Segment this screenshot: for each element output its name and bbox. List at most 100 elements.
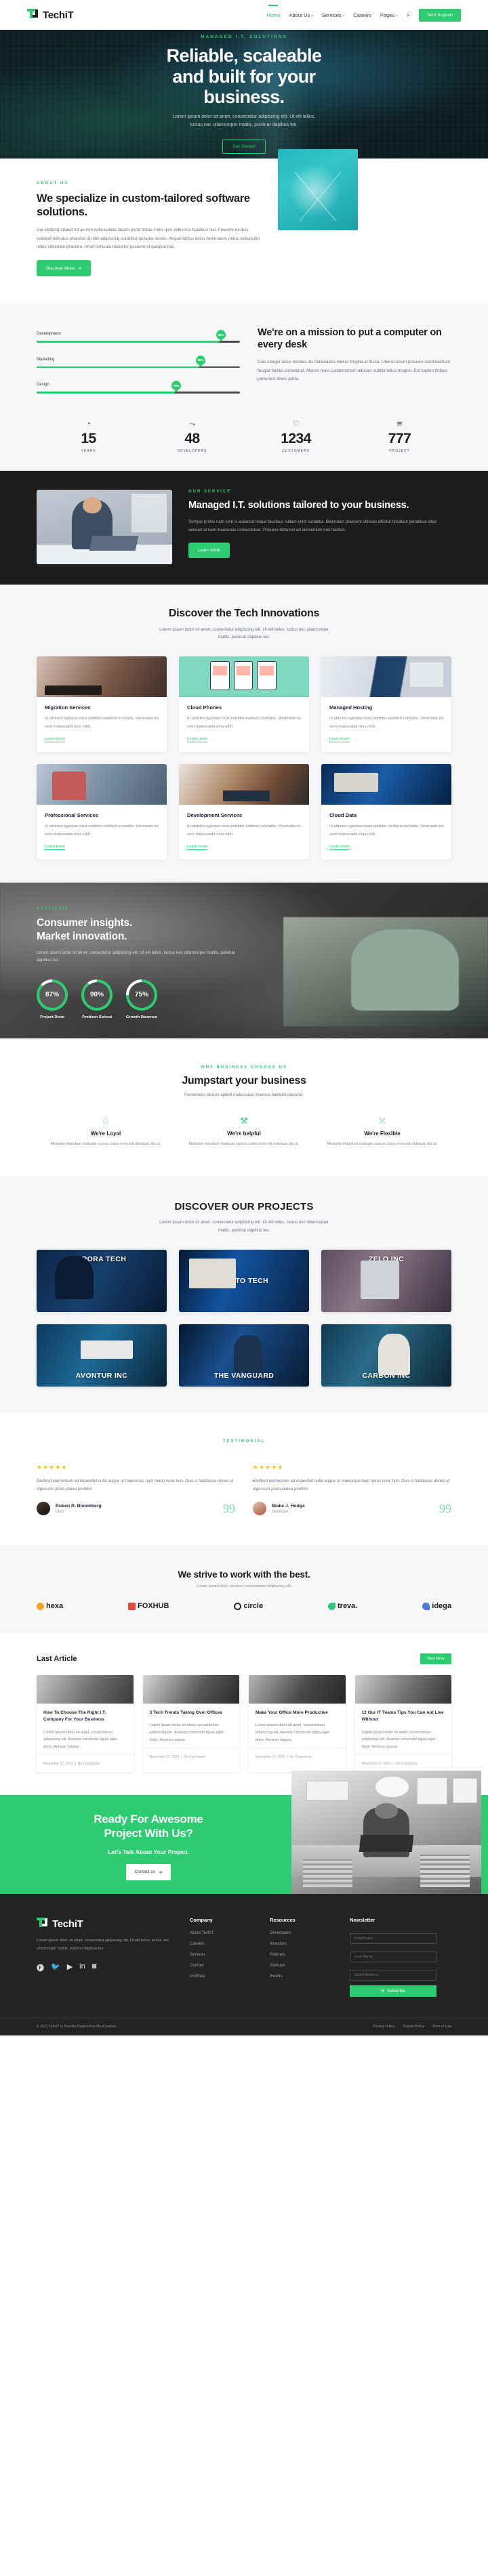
footer-resources-column: Resources Developers Investors Partners … [270,1917,332,1997]
innovation-cards: Migration Services In ultricies egestas … [37,656,451,860]
donut-project-done: 87% Project Done [37,979,68,1019]
footer-link-developers[interactable]: Developers [270,1930,332,1935]
card-cloud-phones[interactable]: Cloud Phones In ultricies egestas risus … [179,656,309,753]
project-zelo-inc[interactable]: ZELO INC [321,1249,451,1312]
first-name-input[interactable] [350,1933,436,1945]
project-hasto-tech[interactable]: HASTO TECH [179,1249,309,1312]
footer-link-portfolio[interactable]: Portfolio [190,1974,252,1979]
skill-value: 70% [171,381,181,391]
learn-more-link[interactable]: Learn more [45,845,66,851]
nav-item-about-us[interactable]: About Us ▾ [289,10,313,20]
learn-more-link[interactable]: Learn more [329,737,350,743]
instagram-icon[interactable]: ◙ [92,1962,97,1973]
card-title: Managed Hosting [329,704,373,711]
footer-column-title: Company [190,1917,213,1924]
privacy-policy-link[interactable]: Privacy Policy [373,2025,394,2029]
post-meta: November 17, 2021 | No Comments [354,1754,451,1772]
innovations-title: Discover the Tech Innovations [168,607,320,619]
feature-loyal: ♘ We're Loyal Molestie interdum tristiqu… [37,1116,175,1148]
last-name-input[interactable] [350,1951,436,1963]
cta-section: Ready For Awesome Project With Us? Let's… [0,1771,488,1895]
hero-title-line3: business. [203,86,285,107]
search-icon[interactable]: ⌕ [407,12,410,19]
card-image [179,764,309,805]
footer-link-investors[interactable]: Investors [270,1941,332,1946]
email-input[interactable] [350,1970,436,1981]
skill-marketing: Marketing 80% [37,355,240,368]
nav-label: Home [266,12,281,18]
footer-link-startups[interactable]: Startups [270,1963,332,1968]
donut-label: Project Done [40,1015,64,1019]
statistic-eyebrow: STATISTIC [37,907,70,912]
brand-logos: hexa FOXHUB circle treva. idega [37,1602,451,1610]
stat-label: PROJECT [389,448,410,453]
project-spora-tech[interactable]: SPORA TECH [37,1249,167,1312]
footer-link-services[interactable]: Services [190,1952,252,1957]
donut-problem-solved: 90% Problem Solved [81,979,113,1019]
blog-post[interactable]: Make Your Office More Productive Lorem i… [249,1675,346,1773]
card-migration-services[interactable]: Migration Services In ultricies egestas … [37,656,167,753]
blog-post[interactable]: 3 Tech Trends Taking Over Offices Lorem … [142,1675,239,1773]
heart-icon: ♡ [292,419,300,428]
card-professional-services[interactable]: Professional Services In ultricies egest… [37,764,167,860]
nav-item-pages[interactable]: Pages ▾ [380,10,398,20]
learn-more-button[interactable]: Learn More [188,543,230,559]
cookie-policy-link[interactable]: Cookie Policy [403,2025,424,2029]
linkedin-icon[interactable]: in [79,1962,85,1973]
footer-link-events[interactable]: Events [270,1974,332,1979]
twitter-icon[interactable]: 🐦 [51,1962,60,1973]
card-title: Cloud Data [329,812,357,819]
stat-customers: ♡ 1234 CUSTOMERS [244,419,348,453]
star-rating-icon: ★★★★★ [253,1463,284,1471]
blog-post[interactable]: 12 Our IT Teams Tips You Can not Live Wi… [354,1675,451,1773]
post-image [37,1675,134,1704]
project-carbon-inc[interactable]: CARBON INC [321,1324,451,1387]
site-logo[interactable]: TechiT [27,8,74,22]
cta-subtitle: Let's Talk About Your Project. [108,1848,189,1855]
post-image [354,1675,451,1704]
skill-value: 90% [216,330,226,340]
subscribe-button[interactable]: ✉ Subscribe [350,1985,436,1998]
get-started-button[interactable]: Get Started [222,139,266,154]
learn-more-link[interactable]: Learn more [187,845,208,851]
footer-link-partners[interactable]: Partners [270,1952,332,1957]
term-of-use-link[interactable]: Term of Use [432,2025,451,2029]
facebook-icon[interactable]: 🅕 [37,1962,44,1973]
about-illustration [278,149,358,230]
post-image [142,1675,239,1704]
envelope-icon: ✉ [381,1989,385,1994]
project-the-vanguard[interactable]: THE VANGUARD [179,1324,309,1387]
view-more-button[interactable]: View More [420,1653,451,1665]
testimonial-role: CEO [56,1509,64,1514]
project-avontur-inc[interactable]: AVONTUR INC [37,1324,167,1387]
discover-more-button[interactable]: Discover More ➔ [37,260,92,277]
tech-support-button[interactable]: Tech Support [418,8,461,22]
card-managed-hosting[interactable]: Managed Hosting In ultricies egestas ris… [321,656,451,753]
innovations-subtitle: Lorem ipsum dolor sit amet, consectetur … [159,627,329,640]
circle-logo-icon [234,1602,242,1610]
projects-grid: SPORA TECH HASTO TECH ZELO INC AVONTUR I… [37,1249,451,1387]
blog-post[interactable]: How To Choose The Right I.T. Company For… [37,1675,134,1773]
card-copy: In ultricies egestas risus porttitor ele… [187,824,301,837]
footer-logo[interactable]: TechiT [37,1917,172,1930]
youtube-icon[interactable]: ▶ [67,1962,73,1973]
site-footer: TechiT Lorem ipsum dolor sit amet, conse… [0,1894,488,2036]
contact-us-button[interactable]: Contact us ➔ [125,1863,171,1880]
cta-title-line2: Project With Us? [104,1827,193,1840]
nav-item-home[interactable]: Home [266,10,280,20]
stat-label: DEVELOPERS [177,448,207,453]
card-cloud-data[interactable]: Cloud Data In ultricies egestas risus po… [321,764,451,860]
footer-link-careers[interactable]: Careers [190,1941,252,1946]
avatar [253,1502,266,1516]
brand-name: FOXHUB [137,1602,169,1611]
donut-ring: 87% [37,979,68,1011]
learn-more-link[interactable]: Learn more [187,737,208,743]
footer-link-about-techit[interactable]: About TechiT [190,1930,252,1935]
learn-more-link[interactable]: Learn more [329,845,350,851]
footer-link-contact[interactable]: Contact [190,1963,252,1968]
blog-grid: How To Choose The Right I.T. Company For… [37,1675,451,1773]
learn-more-link[interactable]: Learn more [45,737,66,743]
nav-item-careers[interactable]: Careers [353,10,371,20]
nav-item-services[interactable]: Services ▾ [322,10,344,20]
card-development-services[interactable]: Development Services In ultricies egesta… [179,764,309,860]
